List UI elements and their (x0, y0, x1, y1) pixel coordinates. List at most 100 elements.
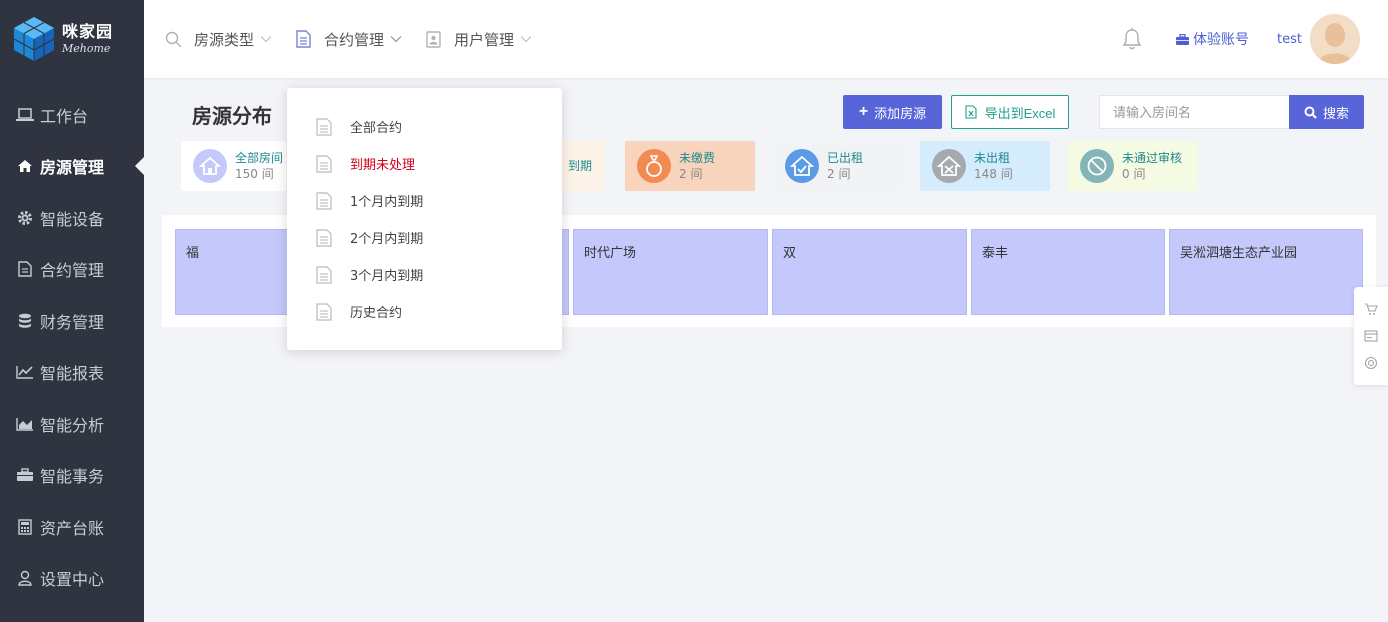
stat-vacant[interactable]: 未出租 148 间 (920, 141, 1050, 191)
document-icon (294, 30, 312, 48)
house-icon (193, 149, 227, 183)
sidebar-item-reports[interactable]: 智能报表 (0, 347, 144, 399)
logo-name: 咪家园 (62, 22, 114, 41)
support-icon[interactable] (1364, 356, 1378, 370)
top-menu-label: 合约管理 (324, 30, 385, 49)
laptop-icon (16, 106, 34, 124)
floating-toolbar (1354, 287, 1388, 385)
sidebar-item-label: 智能事务 (40, 467, 105, 487)
stat-label: 未出租 (974, 151, 1011, 165)
sidebar-item-label: 房源管理 (40, 158, 105, 178)
sidebar-item-label: 财务管理 (40, 312, 105, 332)
building-tile[interactable]: 时代广场 (573, 229, 768, 315)
building-tile[interactable]: 吴淞泗塘生态产业园 (1169, 229, 1363, 315)
stat-count: 2 间 (827, 167, 851, 181)
calculator-icon (16, 518, 34, 536)
menu-item-expired-unhandled[interactable]: 到期未处理 (287, 145, 562, 182)
menu-item-label: 到期未处理 (350, 158, 416, 173)
room-search-input[interactable] (1099, 95, 1289, 129)
stat-rented[interactable]: 已出租 2 间 (773, 141, 902, 191)
document-icon (316, 154, 332, 173)
sidebar-item-label: 工作台 (40, 106, 89, 126)
sidebar-item-affairs[interactable]: 智能事务 (0, 450, 144, 502)
top-menu: 房源类型 合约管理 用户管理 (164, 0, 554, 78)
cart-icon[interactable] (1364, 302, 1378, 316)
stat-label: 全部房间 (235, 151, 284, 165)
sidebar-item-finance[interactable]: 财务管理 (0, 295, 144, 347)
excel-file-icon (965, 105, 977, 119)
briefcase-icon (1176, 33, 1190, 45)
search-button[interactable]: 搜索 (1289, 95, 1364, 129)
chevron-down-icon (260, 35, 272, 43)
home-icon (16, 157, 34, 175)
menu-item-history-contracts[interactable]: 历史合约 (287, 293, 562, 330)
contract-dropdown-menu: 全部合约 到期未处理 1个月内到期 2个月内到期 3个月内到期 历史合约 (287, 88, 562, 350)
bell-icon[interactable] (1120, 27, 1144, 51)
sidebar-item-assets[interactable]: 资产台账 (0, 501, 144, 553)
sidebar-item-label: 智能设备 (40, 209, 105, 229)
stat-label: 已出租 (827, 151, 864, 165)
search-icon (164, 30, 182, 48)
sidebar-item-settings[interactable]: 设置中心 (0, 553, 144, 605)
menu-item-label: 1个月内到期 (350, 195, 424, 210)
document-icon (316, 265, 332, 284)
line-chart-icon (16, 363, 34, 381)
search-button-label: 搜索 (1322, 105, 1349, 121)
plus-icon: + (858, 103, 869, 120)
logo-subtitle: Mehome (62, 42, 111, 55)
add-housing-label: 添加房源 (874, 105, 927, 121)
chevron-down-icon (520, 35, 532, 43)
top-menu-label: 房源类型 (194, 30, 255, 49)
page-title: 房源分布 (192, 104, 272, 128)
document-icon (316, 228, 332, 247)
user-icon (16, 569, 34, 587)
top-menu-housing-type[interactable]: 房源类型 (164, 29, 272, 50)
top-right: 体验账号 test (1120, 0, 1360, 78)
menu-item-all-contracts[interactable]: 全部合约 (287, 108, 562, 145)
ban-icon (1080, 149, 1114, 183)
export-excel-label: 导出到Excel (984, 105, 1056, 121)
house-check-icon (785, 149, 819, 183)
stat-count: 150 间 (235, 167, 274, 181)
sidebar-item-devices[interactable]: 智能设备 (0, 192, 144, 244)
avatar[interactable] (1310, 14, 1360, 64)
document-icon (316, 191, 332, 210)
database-icon (16, 312, 34, 330)
menu-item-expire-3-months[interactable]: 3个月内到期 (287, 256, 562, 293)
trial-account-link[interactable]: 体验账号 (1176, 29, 1249, 49)
stat-count: 2 间 (679, 167, 703, 181)
logo-cube-icon (13, 17, 55, 61)
document-icon (316, 117, 332, 136)
building-tile[interactable]: 泰丰 (971, 229, 1165, 315)
sidebar-item-label: 设置中心 (40, 570, 105, 590)
sidebar-item-label: 资产台账 (40, 518, 105, 538)
stat-rejected[interactable]: 未通过审核 0 间 (1068, 141, 1198, 191)
logo[interactable]: 咪家园 Mehome (0, 0, 144, 78)
sidebar-item-label: 智能报表 (40, 364, 105, 384)
contact-icon (424, 30, 442, 48)
stat-label: 未缴费 (679, 151, 716, 165)
username[interactable]: test (1277, 32, 1302, 47)
briefcase-icon (16, 466, 34, 484)
sidebar-item-workbench[interactable]: 工作台 (0, 89, 144, 141)
sidebar-item-housing[interactable]: 房源管理 (0, 141, 144, 193)
top-menu-users[interactable]: 用户管理 (424, 29, 532, 50)
menu-item-label: 2个月内到期 (350, 232, 424, 247)
document-icon (16, 260, 34, 278)
add-housing-button[interactable]: + 添加房源 (843, 95, 942, 129)
stat-all-rooms[interactable]: 全部房间 150 间 (181, 141, 286, 191)
menu-item-expire-1-month[interactable]: 1个月内到期 (287, 182, 562, 219)
top-menu-contracts[interactable]: 合约管理 (294, 29, 402, 50)
house-cross-icon (932, 149, 966, 183)
sidebar-item-contracts[interactable]: 合约管理 (0, 244, 144, 296)
chevron-down-icon (390, 35, 402, 43)
sidebar-item-analysis[interactable]: 智能分析 (0, 398, 144, 450)
sidebar-nav: 工作台 房源管理 智能设备 合约管理 财务管理 智能报表 智能分析 智能事务 资… (0, 89, 144, 604)
export-excel-button[interactable]: 导出到Excel (951, 95, 1069, 129)
stat-label: 到期 (568, 159, 593, 173)
menu-item-label: 3个月内到期 (350, 269, 424, 284)
stat-unpaid[interactable]: 未缴费 2 间 (625, 141, 755, 191)
building-tile[interactable]: 双 (772, 229, 967, 315)
menu-item-expire-2-months[interactable]: 2个月内到期 (287, 219, 562, 256)
receipt-icon[interactable] (1364, 329, 1378, 343)
